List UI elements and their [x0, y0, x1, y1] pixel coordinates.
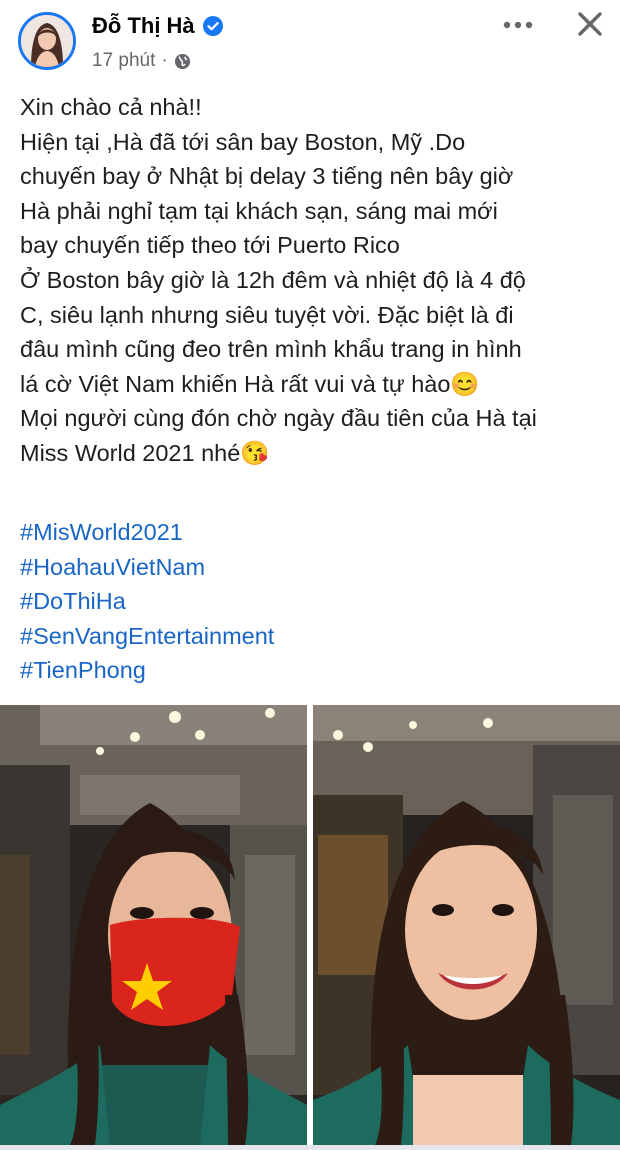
post-meta: 17 phút · [92, 50, 191, 72]
hashtag-link[interactable]: #SenVangEntertainment [20, 619, 274, 654]
post-text-line: Miss World 2021 nhé😘 [20, 439, 270, 466]
post-text-line: Hiện tại ,Hà đã tới sân bay Boston, Mỹ .… [20, 128, 466, 155]
post-body-text: Xin chào cả nhà!! Hiện tại ,Hà đã tới sâ… [20, 90, 610, 471]
post-text-line: Ở Boston bây giờ là 12h đêm và nhiệt độ … [20, 266, 526, 293]
post-text-line: Mọi người cùng đón chờ ngày đầu tiên của… [20, 405, 537, 432]
meta-separator: · [161, 50, 168, 71]
globe-icon[interactable] [174, 53, 191, 70]
close-icon[interactable] [575, 9, 605, 39]
avatar-image [21, 15, 73, 67]
author-avatar[interactable] [18, 12, 76, 70]
post-text-line: Xin chào cả nhà!! [20, 94, 202, 120]
post-photo-smiling-selfie[interactable] [313, 705, 620, 1145]
post-time[interactable]: 17 phút [92, 50, 155, 72]
verified-badge-icon [202, 16, 223, 36]
hashtag-link[interactable]: #TienPhong [20, 653, 274, 688]
post-header: Đỗ Thị Hà 17 phút · [0, 0, 620, 90]
photo-smiling-selfie [313, 705, 620, 1145]
post-text-line: Hà phải nghỉ tạm tại khách sạn, sáng mai… [20, 197, 498, 224]
hashtag-link[interactable]: #MisWorld2021 [20, 515, 274, 550]
post-text-line: lá cờ Việt Nam khiến Hà rất vui và tự hà… [20, 370, 480, 397]
post-text-line: bay chuyến tiếp theo tới Puerto Rico [20, 232, 400, 259]
photo-masked-selfie [0, 705, 307, 1145]
post-photo-masked-selfie[interactable] [0, 705, 307, 1145]
post-text-line: C, siêu lạnh nhưng siêu tuyệt vời. Đặc b… [20, 301, 514, 328]
author-row: Đỗ Thị Hà [92, 13, 223, 39]
post-text-line: chuyến bay ở Nhật bị delay 3 tiếng nên b… [20, 163, 514, 190]
post-text-line: đâu mình cũng đeo trên mình khẩu trang i… [20, 336, 522, 363]
more-options-icon[interactable] [503, 18, 533, 32]
hashtag-link[interactable]: #DoThiHa [20, 584, 274, 619]
post-bottom-divider [0, 1145, 620, 1150]
hashtag-link[interactable]: #HoahauVietNam [20, 550, 274, 585]
author-name[interactable]: Đỗ Thị Hà [92, 13, 195, 39]
hashtag-list: #MisWorld2021 #HoahauVietNam #DoThiHa #S… [20, 515, 274, 688]
